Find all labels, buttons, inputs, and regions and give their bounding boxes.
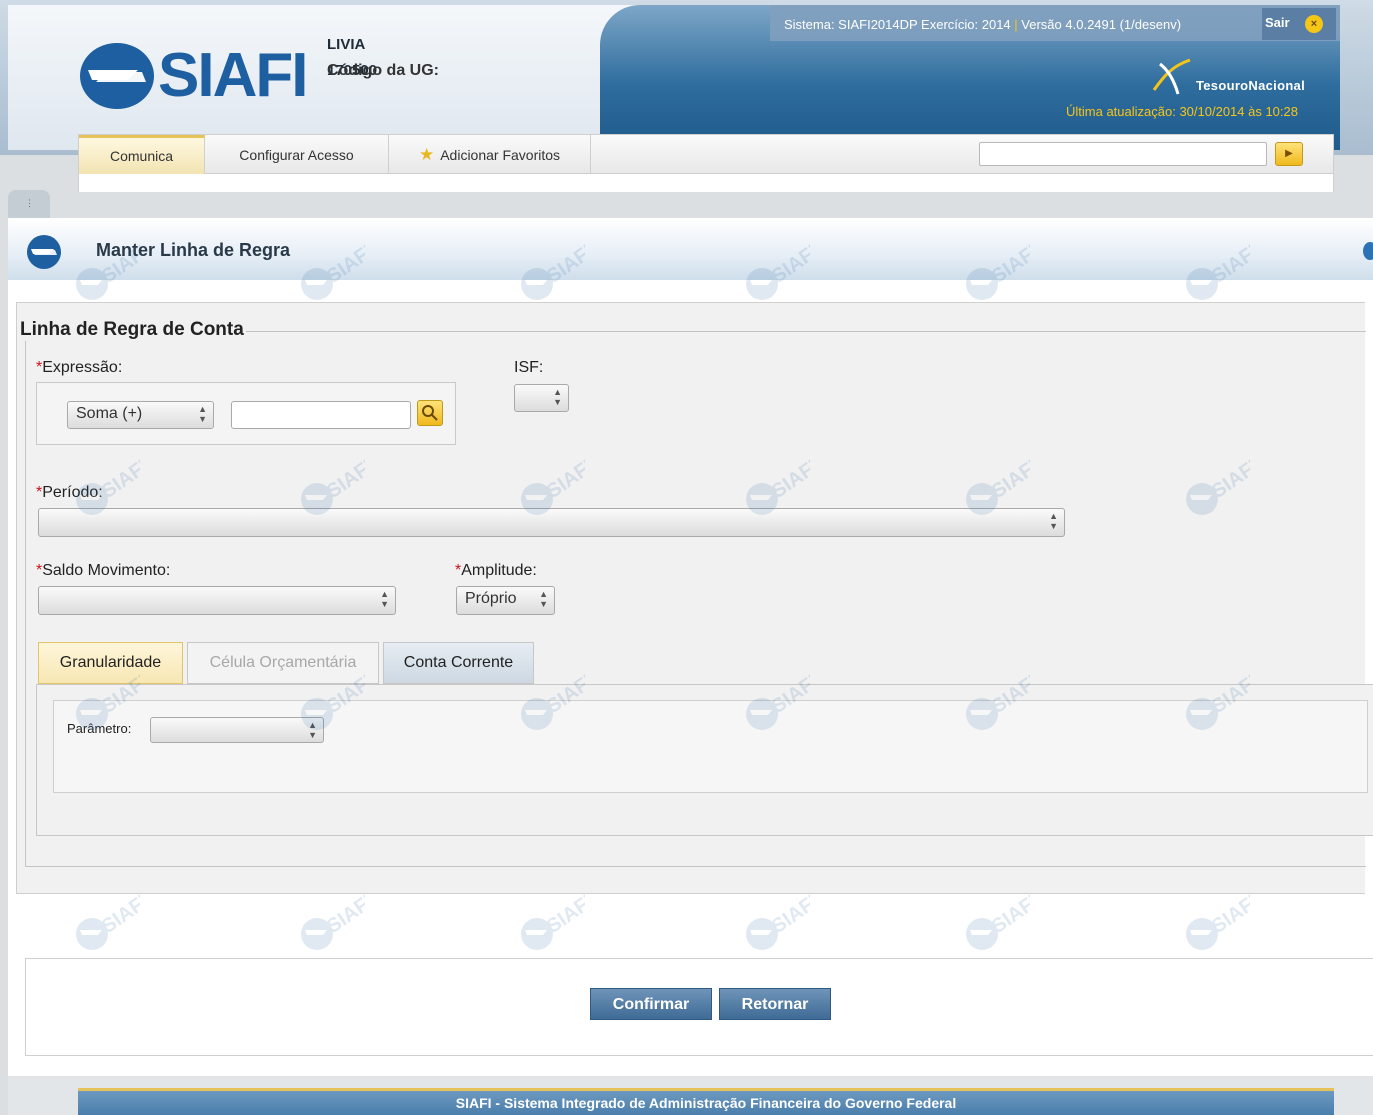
tesouro-logo-icon — [1152, 58, 1191, 95]
operator-select[interactable]: Soma (+) ▲ ▼ — [67, 401, 214, 429]
ug-code: Código da UG: 170500 — [327, 62, 439, 79]
section-title: Linha de Regra de Conta — [18, 319, 246, 341]
granularidade-inner-panel — [53, 700, 1368, 793]
system-exercise: Sistema: SIAFI2014DP Exercício: 2014 — [784, 17, 1011, 32]
logout-label[interactable]: Sair — [1265, 15, 1290, 30]
menu-item-adicionar-favoritos[interactable]: ★ Adicionar Favoritos — [389, 135, 591, 175]
main-menu-bar: Comunica Configurar Acesso ★ Adicionar Fa… — [78, 134, 1334, 175]
system-version: Versão 4.0.2491 (1/desenv) — [1021, 17, 1182, 32]
select-arrows-icon: ▲ ▼ — [198, 404, 207, 424]
star-icon: ★ — [418, 145, 435, 164]
siafi-logo-text: SIAFI — [158, 41, 308, 110]
ug-code-label: Código da UG: — [327, 62, 439, 79]
system-info-separator: | — [1014, 17, 1018, 32]
amplitude-select[interactable]: Próprio ▲ ▼ — [456, 586, 555, 615]
menu-submenu-strip — [78, 174, 1334, 192]
operator-select-value: Soma (+) — [76, 405, 143, 422]
system-info: Sistema: SIAFI2014DP Exercício: 2014 | V… — [784, 17, 1181, 32]
close-icon[interactable]: × — [1305, 15, 1323, 33]
select-arrows-icon: ▲ ▼ — [380, 589, 389, 609]
saldo-movimento-label-text: Saldo Movimento: — [42, 562, 171, 579]
help-icon[interactable] — [1363, 242, 1373, 260]
tab-granularidade[interactable]: Granularidade — [38, 642, 183, 684]
expressao-label-text: Expressão: — [42, 359, 123, 376]
menu-search-input[interactable] — [979, 142, 1267, 166]
parametro-label: Parâmetro: — [67, 721, 132, 736]
periodo-label-text: Período: — [42, 484, 103, 501]
saldo-movimento-label: *Saldo Movimento: — [36, 562, 170, 580]
amplitude-label: *Amplitude: — [455, 562, 537, 580]
tab-celula-orcamentaria: Célula Orçamentária — [187, 642, 379, 684]
menu-item-favoritos-label: Adicionar Favoritos — [440, 147, 561, 163]
page-title: Manter Linha de Regra — [96, 240, 291, 260]
menu-item-configurar-acesso[interactable]: Configurar Acesso — [205, 135, 389, 175]
parametro-select[interactable]: ▲ ▼ — [150, 717, 324, 743]
isf-label: ISF: — [514, 359, 544, 376]
confirm-button[interactable]: Confirmar — [590, 988, 712, 1020]
periodo-select[interactable]: ▲ ▼ — [38, 508, 1065, 537]
siafi-logo-icon — [80, 43, 154, 109]
isf-select[interactable]: ▲ ▼ — [514, 384, 569, 412]
page-title-bar: Manter Linha de Regra — [8, 218, 1373, 280]
periodo-label: *Período: — [36, 484, 103, 502]
siafi-page-icon — [27, 235, 61, 269]
arrow-right-icon[interactable]: ▶ — [1275, 142, 1303, 166]
amplitude-label-text: Amplitude: — [461, 562, 537, 579]
select-arrows-icon: ▲ ▼ — [1049, 511, 1058, 531]
search-icon[interactable] — [417, 400, 443, 426]
side-panel-icon: ⋮ — [25, 198, 34, 208]
return-button[interactable]: Retornar — [719, 988, 831, 1020]
select-arrows-icon: ▲ ▼ — [553, 387, 562, 407]
app-footer: SIAFI - Sistema Integrado de Administraç… — [78, 1088, 1334, 1115]
expressao-label: *Expressão: — [36, 359, 122, 377]
saldo-movimento-select[interactable]: ▲ ▼ — [38, 586, 396, 615]
org-name: TesouroNacional — [1196, 78, 1306, 93]
select-arrows-icon: ▲ ▼ — [308, 720, 317, 740]
tab-conta-corrente[interactable]: Conta Corrente — [383, 642, 534, 684]
tab-panel-granularidade — [36, 684, 1373, 836]
menu-item-comunica[interactable]: Comunica — [79, 135, 205, 175]
user-name: LIVIA — [327, 36, 366, 53]
expression-input[interactable] — [231, 401, 411, 429]
magnifier-glyph — [422, 405, 438, 421]
select-arrows-icon: ▲ ▼ — [539, 589, 548, 609]
amplitude-select-value: Próprio — [465, 590, 517, 607]
last-update: Última atualização: 30/10/2014 às 10:28 — [1066, 104, 1298, 119]
app-header: Sistema: SIAFI2014DP Exercício: 2014 | V… — [0, 0, 1373, 155]
